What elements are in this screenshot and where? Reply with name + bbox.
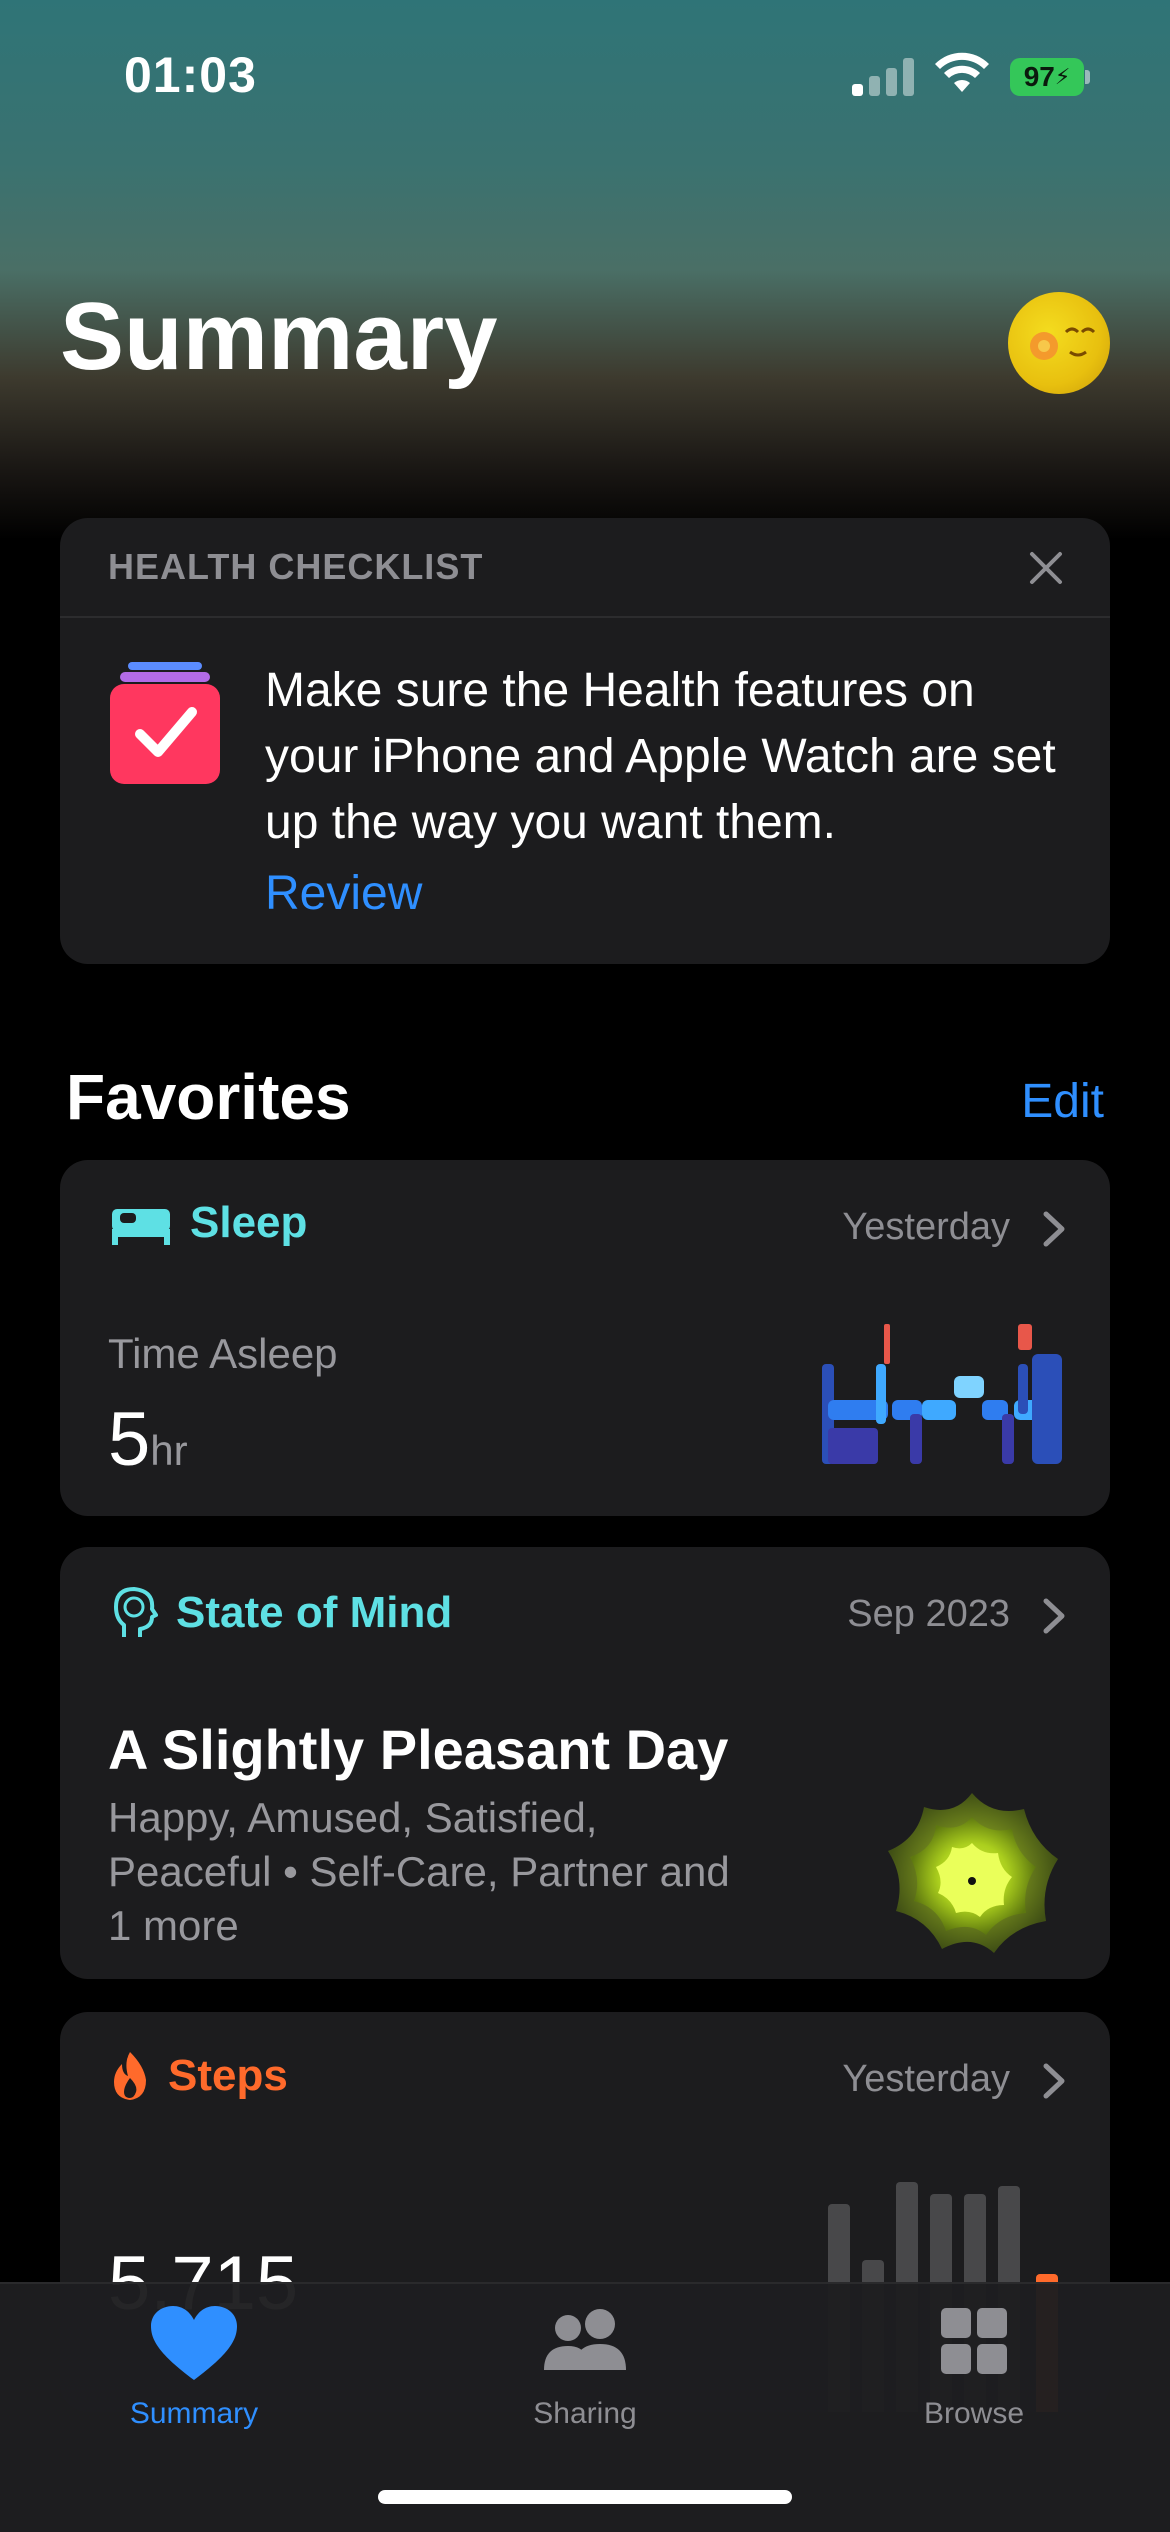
- checklist-title: HEALTH CHECKLIST: [108, 546, 484, 587]
- time-asleep-number: 5: [108, 1397, 151, 1482]
- time-asleep-label: Time Asleep: [108, 1330, 338, 1377]
- grid-icon: [941, 2308, 1007, 2374]
- chevron-right-icon: [1043, 1598, 1065, 1634]
- sleep-title: Sleep: [190, 1198, 308, 1247]
- tab-sharing[interactable]: Sharing: [465, 2304, 705, 2431]
- profile-avatar[interactable]: [1008, 292, 1110, 394]
- people-icon: [544, 2309, 626, 2370]
- edit-favorites-button[interactable]: Edit: [1021, 1074, 1104, 1129]
- review-link[interactable]: Review: [265, 866, 422, 921]
- state-of-mind-headline: A Slightly Pleasant Day: [108, 1718, 729, 1781]
- health-checklist-card: HEALTH CHECKLIST Make sure the Health fe…: [60, 518, 1110, 964]
- battery-icon: 97 ⚡: [1010, 58, 1090, 96]
- sleep-date: Yesterday: [842, 1206, 1010, 1248]
- state-of-mind-date: Sep 2023: [847, 1593, 1010, 1635]
- checklist-header: HEALTH CHECKLIST: [60, 518, 1110, 618]
- home-indicator[interactable]: [378, 2490, 792, 2504]
- battery-level: 97: [1023, 61, 1055, 92]
- tab-summary[interactable]: Summary: [74, 2304, 314, 2431]
- tab-browse-label: Browse: [923, 2397, 1025, 2430]
- status-time: 01:03: [124, 47, 257, 103]
- state-of-mind-header: State of Mind: [110, 1585, 452, 1641]
- chevron-right-icon: [1043, 1211, 1065, 1247]
- head-mind-icon: [114, 1587, 158, 1637]
- checklist-icon: [110, 662, 220, 784]
- tab-summary-label: Summary: [129, 2397, 259, 2430]
- checklist-message: Make sure the Health features on your iP…: [265, 664, 1056, 849]
- sleep-header: Sleep: [110, 1198, 307, 1248]
- state-of-mind-details: Happy, Amused, Satisfied, Peaceful • Sel…: [108, 1794, 730, 1949]
- sleep-card[interactable]: Sleep Yesterday Time Asleep 5hr: [60, 1160, 1110, 1516]
- steps-date: Yesterday: [842, 2058, 1010, 2100]
- flame-icon: [114, 2052, 146, 2100]
- favorites-heading: Favorites: [66, 1061, 351, 1133]
- bed-icon: [112, 1209, 170, 1245]
- sleep-stages-chart: [822, 1324, 1062, 1464]
- tab-browse[interactable]: Browse: [854, 2304, 1094, 2431]
- status-bar: 01:03 97 ⚡: [0, 0, 1170, 150]
- steps-title: Steps: [168, 2051, 288, 2100]
- wifi-icon: [935, 52, 989, 92]
- time-asleep-value: 5hr: [108, 1396, 188, 1483]
- tab-sharing-label: Sharing: [533, 2397, 637, 2430]
- close-icon[interactable]: [1026, 548, 1066, 588]
- state-of-mind-title: State of Mind: [176, 1588, 453, 1637]
- cellular-signal-icon: [852, 56, 916, 96]
- page-title: Summary: [60, 283, 498, 390]
- mood-flower-icon: [888, 1793, 1058, 1953]
- steps-header: Steps: [110, 2050, 288, 2102]
- state-of-mind-card[interactable]: State of Mind Sep 2023 A Slightly Pleasa…: [60, 1547, 1110, 1979]
- chevron-right-icon: [1043, 2063, 1065, 2099]
- time-asleep-unit: hr: [150, 1427, 188, 1474]
- heart-icon: [151, 2306, 237, 2380]
